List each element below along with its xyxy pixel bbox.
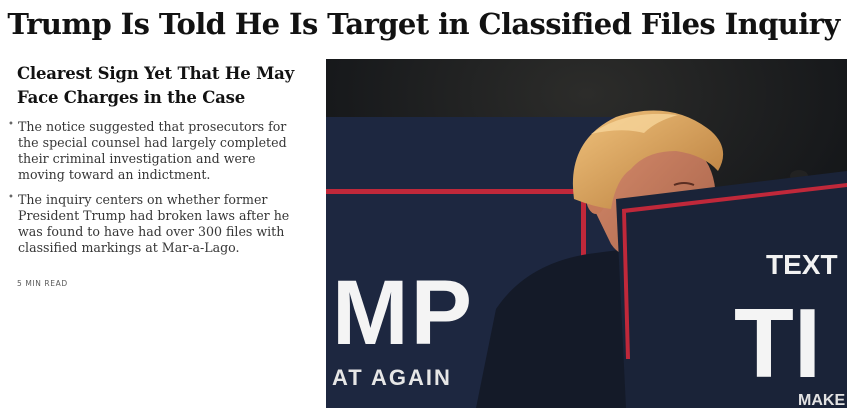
bullet-dot-icon: • bbox=[8, 119, 14, 130]
story-photo[interactable]: MP AT AGAIN TEXT TI MAKE bbox=[326, 59, 847, 408]
story-bullet-list: • The notice suggested that prosecutors … bbox=[8, 119, 304, 265]
sign-right-big-text: TI bbox=[734, 288, 821, 398]
bullet-text: The notice suggested that prosecutors fo… bbox=[18, 119, 287, 182]
bullet-text: The inquiry centers on whether former Pr… bbox=[18, 192, 290, 255]
campaign-sign-right: TEXT TI MAKE bbox=[616, 171, 847, 408]
bullet-dot-icon: • bbox=[8, 192, 14, 203]
sign-left-text: MP bbox=[332, 262, 474, 364]
sign-right-small-text: TEXT bbox=[766, 249, 838, 280]
list-item: • The inquiry centers on whether former … bbox=[8, 192, 304, 256]
news-page: Trump Is Told He Is Target in Classified… bbox=[0, 0, 847, 413]
read-time-label: 5 MIN READ bbox=[17, 279, 68, 288]
story-subheadline[interactable]: Clearest Sign Yet That He May Face Charg… bbox=[17, 62, 307, 110]
list-item: • The notice suggested that prosecutors … bbox=[8, 119, 304, 183]
main-headline[interactable]: Trump Is Told He Is Target in Classified… bbox=[0, 4, 847, 44]
sign-right-bottom-text: MAKE bbox=[798, 392, 845, 408]
sign-left-subtext: AT AGAIN bbox=[332, 365, 452, 390]
